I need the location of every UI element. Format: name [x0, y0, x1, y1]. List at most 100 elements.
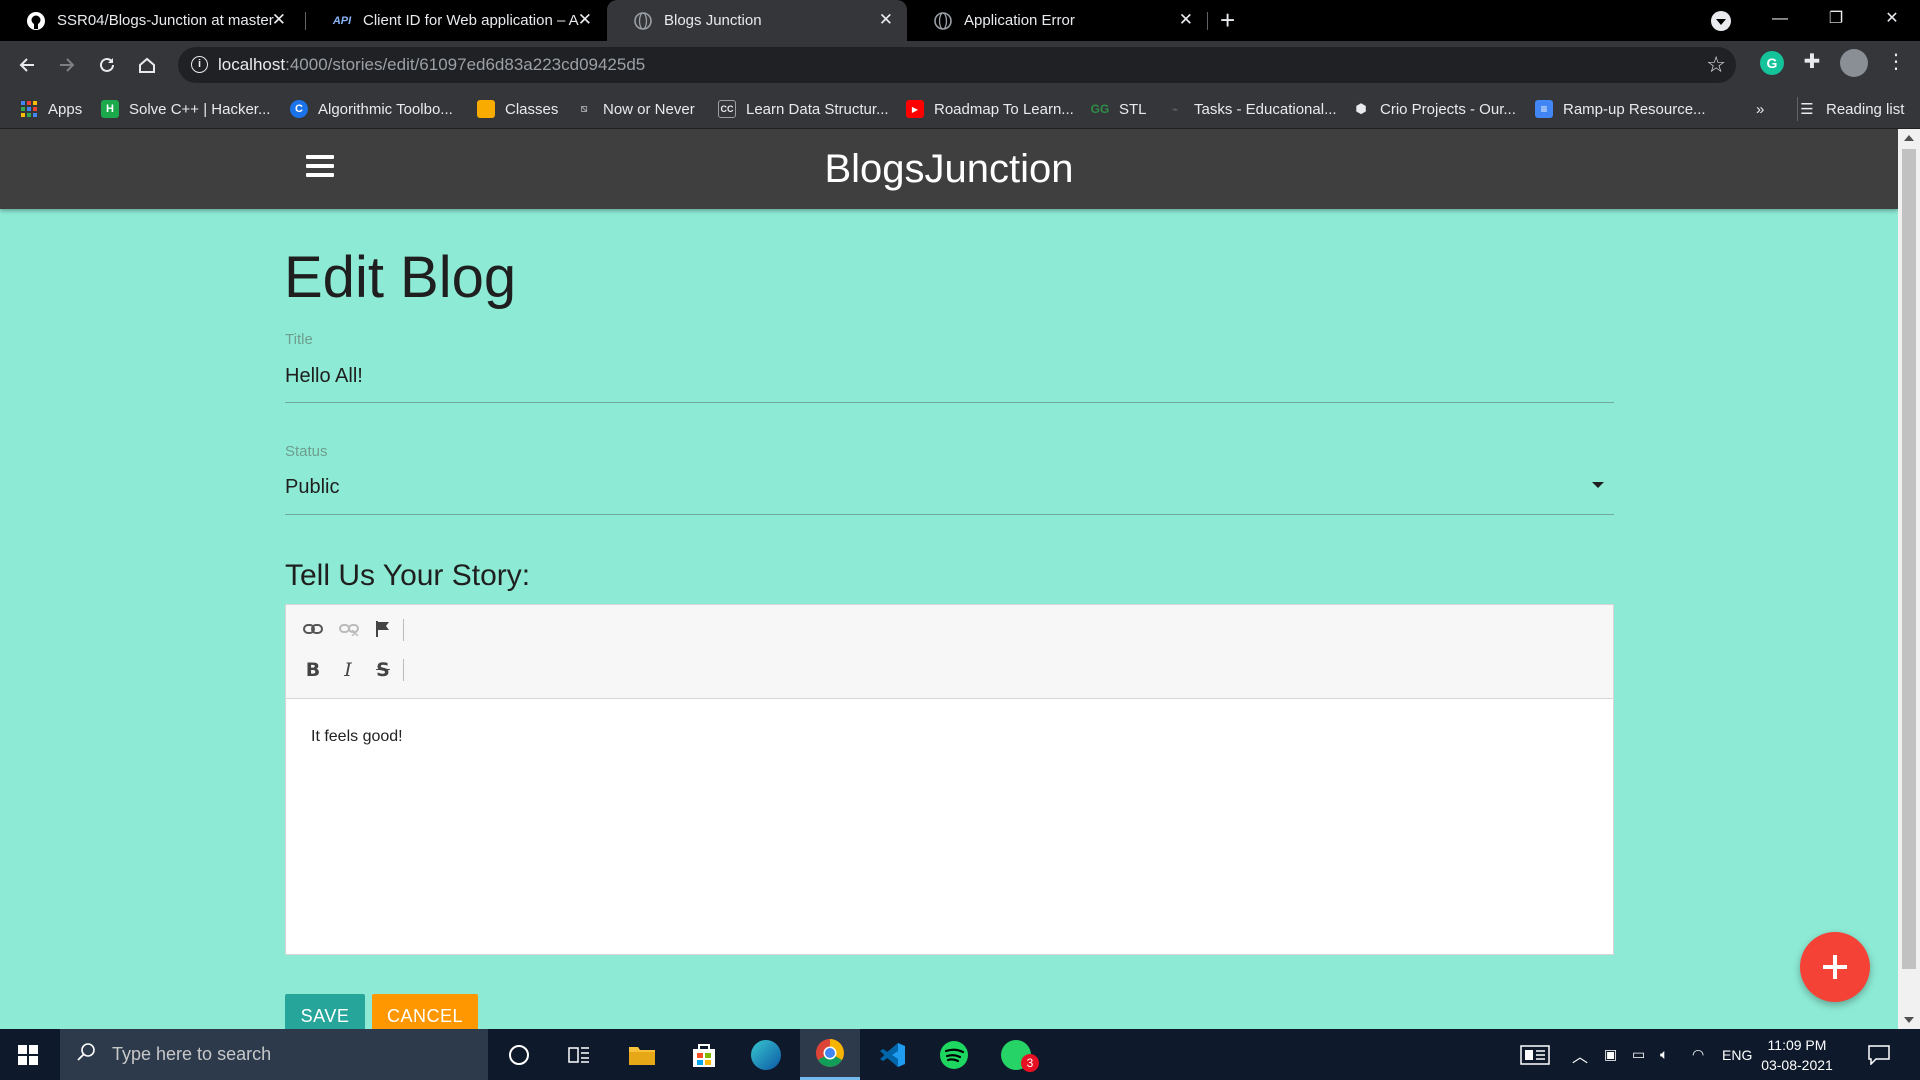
- page-viewport: BlogsJunction Edit Blog Title Hello All!…: [0, 129, 1898, 1029]
- bookmark-label: Learn Data Structur...: [746, 100, 889, 118]
- bookmark-now-or-never[interactable]: ⧅ Now or Never: [575, 97, 695, 121]
- bookmark-hackerrank[interactable]: H Solve C++ | Hacker...: [101, 97, 270, 121]
- bookmark-label: STL: [1119, 100, 1147, 118]
- file-explorer-icon[interactable]: [612, 1029, 672, 1080]
- system-clock[interactable]: 11:09 PM 03-08-2021: [1752, 1035, 1842, 1075]
- url-text: localhost:4000/stories/edit/61097ed6d83a…: [218, 55, 646, 74]
- tab-client-id[interactable]: API Client ID for Web application – A ✕: [306, 0, 606, 41]
- tab-title: SSR04/Blogs-Junction at master: [57, 12, 274, 29]
- windows-start-icon[interactable]: [18, 1045, 38, 1065]
- chevron-down-icon[interactable]: [1592, 482, 1604, 488]
- reload-icon[interactable]: [91, 49, 123, 81]
- tab-application-error[interactable]: Application Error ✕: [907, 0, 1207, 41]
- github-icon: [26, 11, 46, 31]
- title-input[interactable]: Hello All!: [285, 365, 363, 388]
- bookmark-tasks[interactable]: ⌁ Tasks - Educational...: [1166, 97, 1337, 121]
- close-icon[interactable]: ✕: [272, 10, 286, 30]
- language-indicator[interactable]: ENG: [1722, 1029, 1752, 1080]
- browser-toolbar: i localhost:4000/stories/edit/61097ed6d8…: [0, 41, 1920, 89]
- more-menu-icon[interactable]: ⋮: [1884, 51, 1908, 75]
- scroll-up-icon[interactable]: [1904, 135, 1914, 141]
- bookmarks-bar: Apps H Solve C++ | Hacker... C Algorithm…: [0, 89, 1920, 129]
- youtube-icon: ▶: [906, 100, 924, 118]
- reading-list-button[interactable]: ☰ Reading list: [1797, 97, 1904, 121]
- tab-search-icon[interactable]: [1711, 11, 1731, 31]
- story-heading: Tell Us Your Story:: [285, 559, 531, 592]
- save-button[interactable]: SAVE: [285, 994, 365, 1029]
- taskbar-search-input[interactable]: Type here to search: [60, 1029, 488, 1080]
- meet-now-icon[interactable]: ▣: [1604, 1029, 1617, 1080]
- tab-github[interactable]: SSR04/Blogs-Junction at master ✕: [0, 0, 300, 41]
- notification-badge: 3: [1021, 1054, 1039, 1072]
- wifi-icon[interactable]: ◠: [1692, 1029, 1704, 1080]
- new-tab-icon[interactable]: +: [1220, 5, 1235, 36]
- italic-icon[interactable]: I: [335, 657, 361, 683]
- back-icon[interactable]: [11, 49, 43, 81]
- tab-title: Client ID for Web application – A: [363, 12, 579, 29]
- address-bar[interactable]: i localhost:4000/stories/edit/61097ed6d8…: [178, 47, 1736, 83]
- bookmark-ramp-up[interactable]: ≡ Ramp-up Resource...: [1535, 97, 1706, 121]
- avatar[interactable]: [1840, 49, 1868, 77]
- more-bookmarks-label: »: [1756, 100, 1765, 118]
- bookmark-classes[interactable]: Classes: [477, 97, 558, 121]
- extensions-icon[interactable]: ✚: [1800, 51, 1824, 75]
- apps-grid-icon: [20, 100, 38, 118]
- whatsapp-icon[interactable]: 3: [986, 1029, 1046, 1080]
- tab-blogs-junction[interactable]: Blogs Junction ✕: [607, 0, 907, 41]
- more-bookmarks-button[interactable]: »: [1756, 97, 1764, 121]
- vscode-icon[interactable]: [862, 1029, 922, 1080]
- news-widget-icon[interactable]: [1520, 1029, 1550, 1080]
- minimize-icon[interactable]: —: [1752, 0, 1808, 41]
- cancel-button[interactable]: CANCEL: [372, 994, 478, 1029]
- add-story-fab-button[interactable]: [1800, 932, 1870, 1002]
- bookmark-apps[interactable]: Apps: [20, 97, 82, 121]
- bold-icon[interactable]: B: [300, 657, 326, 683]
- restore-icon[interactable]: ❐: [1808, 0, 1864, 41]
- volume-icon[interactable]: 🔈︎: [1660, 1029, 1668, 1080]
- browser-tab-strip: SSR04/Blogs-Junction at master ✕ API Cli…: [0, 0, 1920, 41]
- chrome-icon[interactable]: [800, 1029, 860, 1080]
- close-icon[interactable]: ✕: [879, 10, 893, 30]
- status-label: Status: [285, 443, 328, 460]
- site-info-icon[interactable]: i: [191, 56, 208, 73]
- bookmark-label: Crio Projects - Our...: [1380, 100, 1516, 118]
- bookmark-learn-data-structures[interactable]: CC Learn Data Structur...: [718, 97, 889, 121]
- bookmark-stl[interactable]: GG STL: [1091, 97, 1147, 121]
- edge-icon[interactable]: [736, 1029, 796, 1080]
- brand-logo[interactable]: BlogsJunction: [0, 147, 1898, 192]
- forward-icon[interactable]: [51, 49, 83, 81]
- battery-icon[interactable]: ▭: [1632, 1029, 1645, 1080]
- link-icon[interactable]: [300, 616, 326, 642]
- bookmark-algorithmic-toolbox[interactable]: C Algorithmic Toolbo...: [290, 97, 453, 121]
- bookmark-star-icon[interactable]: ☆: [1706, 52, 1726, 78]
- scrollbar-thumb[interactable]: [1902, 149, 1916, 969]
- scroll-down-icon[interactable]: [1904, 1017, 1914, 1023]
- bookmark-label: Roadmap To Learn...: [934, 100, 1074, 118]
- close-window-icon[interactable]: ✕: [1864, 0, 1920, 41]
- editor-toolbar: B I S: [286, 605, 1613, 699]
- strikethrough-icon[interactable]: S: [370, 657, 396, 683]
- page-scrollbar[interactable]: [1898, 129, 1920, 1029]
- home-icon[interactable]: [131, 49, 163, 81]
- bookmark-label: Apps: [48, 100, 83, 118]
- editor-content[interactable]: It feels good!: [311, 728, 403, 746]
- chevron-up-icon[interactable]: ︿: [1572, 1029, 1588, 1080]
- grammarly-icon[interactable]: G: [1760, 51, 1784, 75]
- title-label: Title: [285, 331, 313, 348]
- anchor-flag-icon[interactable]: [370, 616, 396, 642]
- status-select[interactable]: Public: [285, 476, 339, 499]
- bookmark-crio-projects[interactable]: ⬢ Crio Projects - Our...: [1352, 97, 1516, 121]
- cortana-icon[interactable]: [489, 1029, 549, 1080]
- codechef-icon: CC: [718, 100, 736, 118]
- close-icon[interactable]: ✕: [578, 10, 592, 30]
- notifications-icon[interactable]: [1868, 1029, 1890, 1080]
- microsoft-store-icon[interactable]: [674, 1029, 734, 1080]
- close-icon[interactable]: ✕: [1179, 10, 1193, 30]
- bookmark-label: Classes: [505, 100, 559, 118]
- bookmark-label: Now or Never: [603, 100, 695, 118]
- spotify-icon[interactable]: [924, 1029, 984, 1080]
- hackerrank-icon: H: [101, 100, 119, 118]
- task-view-icon[interactable]: [549, 1029, 609, 1080]
- bookmark-roadmap[interactable]: ▶ Roadmap To Learn...: [906, 97, 1074, 121]
- unlink-icon[interactable]: [336, 616, 362, 642]
